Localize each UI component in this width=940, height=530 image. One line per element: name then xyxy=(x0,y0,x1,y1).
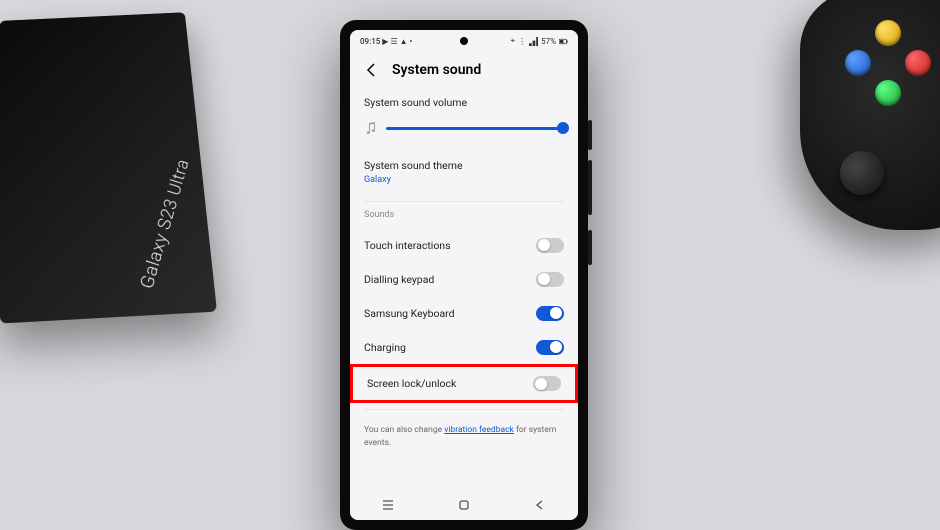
volume-up-button xyxy=(588,120,592,150)
settings-content: System sound volume System sound theme G… xyxy=(350,90,578,464)
phone-screen: 09:15 ▶ ☰ ▲ • ⌖ ⋮ 57% System sound Syste… xyxy=(350,30,578,520)
signal-icon xyxy=(529,37,538,46)
theme-label: System sound theme xyxy=(364,159,564,172)
navigation-bar xyxy=(350,490,578,520)
dialling-keypad-row: Dialling keypad xyxy=(364,262,564,296)
footer-prefix: You can also change xyxy=(364,425,444,435)
samsung-keyboard-toggle[interactable] xyxy=(536,306,564,321)
battery-icon xyxy=(559,37,568,46)
touch-interactions-toggle[interactable] xyxy=(536,238,564,253)
phone-device: 09:15 ▶ ☰ ▲ • ⌖ ⋮ 57% System sound Syste… xyxy=(340,20,588,530)
samsung-keyboard-row: Samsung Keyboard xyxy=(364,296,564,330)
highlighted-setting: Screen lock/unlock xyxy=(350,364,578,403)
toggle-knob xyxy=(535,378,547,390)
toggle-knob xyxy=(538,273,550,285)
samsung-keyboard-label: Samsung Keyboard xyxy=(364,307,455,320)
back-button[interactable] xyxy=(520,498,560,512)
controller-y-button xyxy=(875,20,901,46)
sounds-section-title: Sounds xyxy=(364,201,564,228)
footer-note: You can also change vibration feedback f… xyxy=(364,409,564,464)
volume-slider-thumb[interactable] xyxy=(557,122,569,134)
back-icon[interactable] xyxy=(364,62,380,78)
music-note-icon xyxy=(364,121,378,135)
volume-slider-row xyxy=(364,121,564,135)
vibration-feedback-link[interactable]: vibration feedback xyxy=(444,425,514,435)
dialling-keypad-toggle[interactable] xyxy=(536,272,564,287)
status-right: ⌖ ⋮ 57% xyxy=(511,36,568,46)
toggle-knob xyxy=(550,307,562,319)
volume-label: System sound volume xyxy=(364,96,564,109)
volume-down-button xyxy=(588,160,592,215)
charging-row: Charging xyxy=(364,330,564,364)
charging-label: Charging xyxy=(364,341,406,354)
wifi-icon: ⋮ xyxy=(518,37,526,46)
home-button[interactable] xyxy=(444,498,484,512)
controller-stick xyxy=(840,151,884,195)
touch-interactions-label: Touch interactions xyxy=(364,239,451,252)
screen-lock-toggle[interactable] xyxy=(533,376,561,391)
box-product-name: Galaxy S23 Ultra xyxy=(136,157,193,292)
product-box: Galaxy S23 Ultra xyxy=(0,12,217,323)
game-controller xyxy=(800,0,940,230)
page-header: System sound xyxy=(350,52,578,90)
touch-interactions-row: Touch interactions xyxy=(364,228,564,262)
toggle-knob xyxy=(550,341,562,353)
toggle-knob xyxy=(538,239,550,251)
recent-apps-button[interactable] xyxy=(368,498,408,512)
theme-value: Galaxy xyxy=(364,175,564,185)
volume-section: System sound volume xyxy=(364,90,564,149)
screen-lock-row: Screen lock/unlock xyxy=(367,373,561,394)
status-icons-left: ▶ ☰ ▲ • xyxy=(382,37,412,46)
power-button xyxy=(588,230,592,265)
status-time: 09:15 xyxy=(360,37,380,46)
theme-section[interactable]: System sound theme Galaxy xyxy=(364,149,564,195)
bluetooth-icon: ⌖ xyxy=(511,36,516,46)
page-title: System sound xyxy=(392,62,481,78)
charging-toggle[interactable] xyxy=(536,340,564,355)
controller-b-button xyxy=(905,50,931,76)
screen-lock-label: Screen lock/unlock xyxy=(367,377,456,390)
controller-x-button xyxy=(845,50,871,76)
controller-a-button xyxy=(875,80,901,106)
dialling-keypad-label: Dialling keypad xyxy=(364,273,434,286)
battery-percent: 57% xyxy=(541,37,556,46)
volume-slider[interactable] xyxy=(386,127,564,130)
status-left: 09:15 ▶ ☰ ▲ • xyxy=(360,37,412,46)
front-camera xyxy=(460,37,468,45)
